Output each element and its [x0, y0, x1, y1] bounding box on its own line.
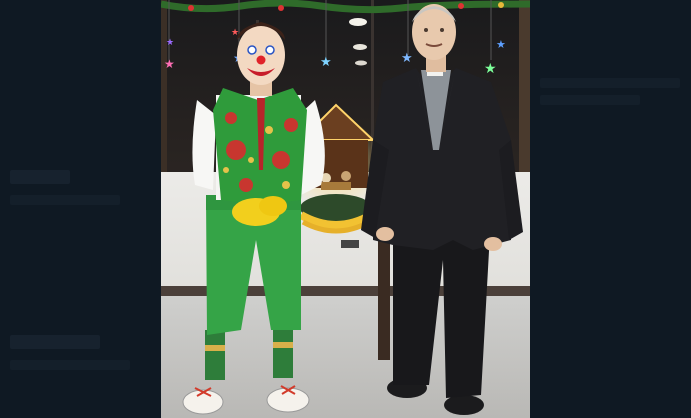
- blurred-backdrop-right: [530, 0, 691, 418]
- svg-text:★: ★: [484, 61, 497, 77]
- ceiling-light: [349, 18, 367, 26]
- svg-text:★: ★: [496, 38, 506, 51]
- svg-text:★: ★: [401, 51, 413, 66]
- ceiling-light: [353, 44, 367, 50]
- ceiling-light: [355, 60, 367, 66]
- svg-text:★: ★: [164, 57, 175, 71]
- backdrop-left-art: [0, 0, 161, 418]
- blurred-backdrop-left: [0, 0, 161, 418]
- svg-text:★: ★: [166, 38, 174, 48]
- backdrop-right-art: [530, 0, 691, 418]
- photo-illustration: ★ ★ ★ ★ ★ ★ ★ ★: [161, 0, 530, 418]
- svg-text:★: ★: [320, 55, 332, 70]
- main-photo[interactable]: ★ ★ ★ ★ ★ ★ ★ ★: [161, 0, 530, 418]
- image-viewer: ★ ★ ★ ★ ★ ★ ★ ★: [0, 0, 691, 418]
